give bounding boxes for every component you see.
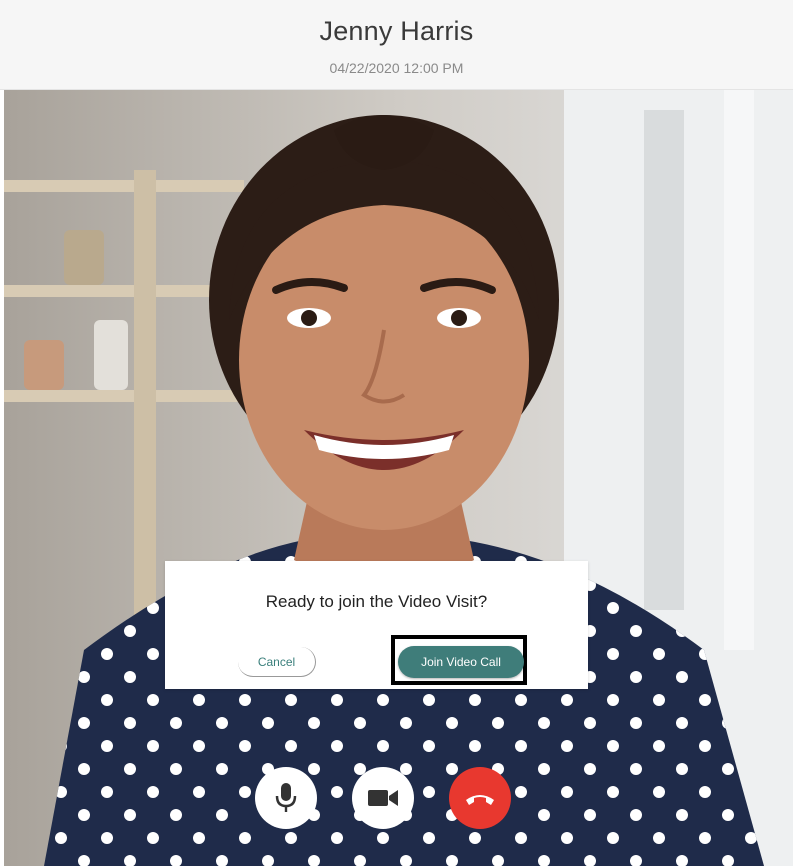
video-camera-icon: [366, 786, 400, 810]
visit-header: Jenny Harris 04/22/2020 12:00 PM: [0, 0, 793, 90]
cancel-button[interactable]: Cancel: [238, 647, 316, 677]
camera-button[interactable]: [352, 767, 414, 829]
patient-name: Jenny Harris: [319, 16, 474, 46]
join-video-call-button[interactable]: Join Video Call: [398, 646, 524, 678]
end-call-button[interactable]: [449, 767, 511, 829]
hang-up-icon: [463, 788, 497, 808]
microphone-button[interactable]: [255, 767, 317, 829]
microphone-icon: [272, 781, 300, 815]
video-visit-screen: Jenny Harris 04/22/2020 12:00 PM Ready t…: [0, 0, 793, 866]
dialog-prompt: Ready to join the Video Visit?: [265, 592, 488, 611]
visit-datetime: 04/22/2020 12:00 PM: [329, 60, 464, 76]
join-video-dialog: Ready to join the Video Visit? Cancel Jo…: [165, 561, 588, 689]
video-preview: [4, 90, 793, 866]
video-feed-image: [4, 90, 793, 866]
